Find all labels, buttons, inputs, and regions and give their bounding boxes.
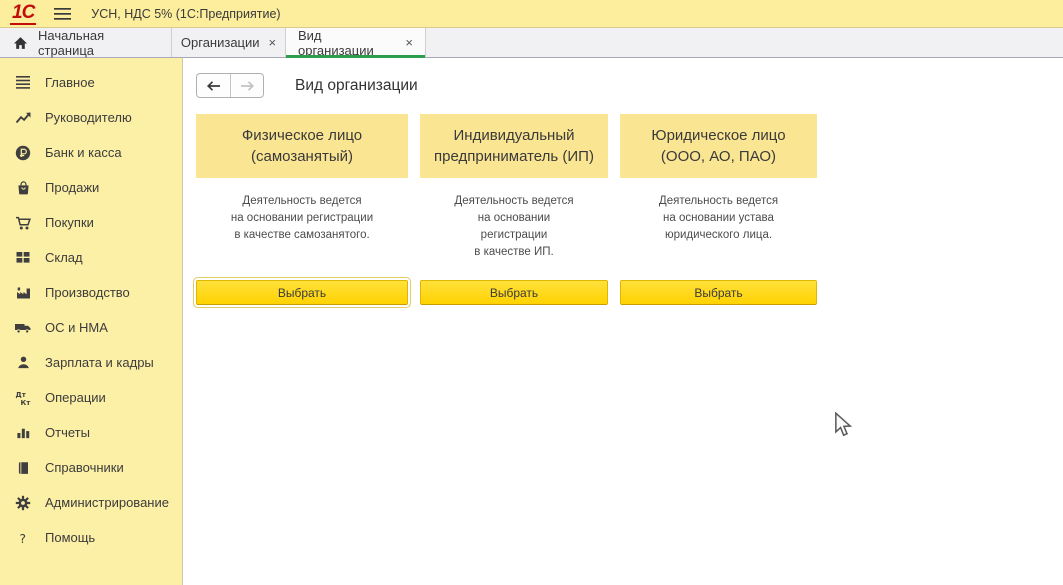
select-button[interactable]: Выбрать	[420, 280, 608, 305]
select-button[interactable]: Выбрать	[620, 280, 817, 305]
org-type-cards: Физическое лицо (самозанятый) Деятельнос…	[196, 114, 1063, 305]
ruble-icon	[13, 145, 33, 161]
factory-icon	[13, 285, 33, 300]
sidebar-item-label: Операции	[45, 390, 106, 405]
tab-label: Организации	[181, 35, 260, 50]
top-bar: 1С УСН, НДС 5% (1С:Предприятие)	[0, 0, 1063, 28]
svg-text:Дт: Дт	[16, 391, 27, 399]
debit-credit-icon: ДтКт	[13, 390, 33, 406]
card-description: Деятельность ведется на основании устава…	[620, 193, 817, 280]
sidebar-item-directories[interactable]: Справочники	[0, 450, 182, 485]
sidebar-item-payroll-hr[interactable]: Зарплата и кадры	[0, 345, 182, 380]
1c-logo: 1С	[10, 3, 36, 25]
shopping-bag-icon	[13, 180, 33, 196]
trend-up-icon	[13, 110, 33, 125]
sidebar-item-manager[interactable]: Руководителю	[0, 100, 182, 135]
tab-home-page[interactable]: Начальная страница	[0, 28, 172, 57]
sidebar-item-label: ОС и НМА	[45, 320, 108, 335]
card-title: Юридическое лицо (ООО, АО, ПАО)	[620, 114, 817, 178]
tab-label: Вид организации	[298, 28, 396, 58]
history-nav-group	[196, 73, 264, 98]
question-icon: ?	[13, 530, 33, 546]
arrow-left-icon	[206, 80, 221, 92]
main-menu-icon[interactable]	[54, 7, 71, 21]
arrow-right-icon	[240, 80, 255, 92]
gear-icon	[13, 495, 33, 511]
sidebar-item-bank-cash[interactable]: Банк и касса	[0, 135, 182, 170]
card-description: Деятельность ведется на основании регист…	[420, 193, 608, 280]
bar-chart-icon	[13, 425, 33, 440]
org-type-card-legal-entity: Юридическое лицо (ООО, АО, ПАО) Деятельн…	[620, 114, 817, 305]
sidebar-item-label: Руководителю	[45, 110, 132, 125]
sidebar-item-label: Покупки	[45, 215, 94, 230]
sidebar-item-help[interactable]: ? Помощь	[0, 520, 182, 555]
sidebar-item-reports[interactable]: Отчеты	[0, 415, 182, 450]
sidebar-item-operations[interactable]: ДтКт Операции	[0, 380, 182, 415]
page-header: Вид организации	[183, 58, 1063, 104]
tab-bar: Начальная страница Организации × Вид орг…	[0, 28, 1063, 58]
sidebar-item-label: Главное	[45, 75, 95, 90]
sidebar-item-label: Администрирование	[45, 495, 169, 510]
sidebar: Главное Руководителю Банк и касса Продаж…	[0, 58, 183, 585]
main-content: Вид организации Физическое лицо (самозан…	[183, 58, 1063, 585]
sidebar-item-warehouse[interactable]: Склад	[0, 240, 182, 275]
book-icon	[13, 460, 33, 476]
home-icon	[13, 36, 28, 50]
svg-text:?: ?	[20, 531, 27, 545]
sidebar-item-label: Помощь	[45, 530, 95, 545]
person-icon	[13, 355, 33, 370]
mouse-cursor	[834, 412, 853, 443]
org-type-card-individual: Физическое лицо (самозанятый) Деятельнос…	[196, 114, 408, 305]
sidebar-item-purchases[interactable]: Покупки	[0, 205, 182, 240]
card-description: Деятельность ведется на основании регист…	[196, 193, 408, 280]
sidebar-item-main[interactable]: Главное	[0, 65, 182, 100]
window-title: УСН, НДС 5% (1С:Предприятие)	[91, 7, 280, 21]
sidebar-item-administration[interactable]: Администрирование	[0, 485, 182, 520]
menu-lines-icon	[13, 75, 33, 90]
truck-icon	[13, 320, 33, 335]
sidebar-item-label: Отчеты	[45, 425, 90, 440]
page-title: Вид организации	[295, 77, 418, 95]
tab-organizations[interactable]: Организации ×	[172, 28, 286, 57]
back-button[interactable]	[197, 74, 230, 97]
sidebar-item-fixed-assets[interactable]: ОС и НМА	[0, 310, 182, 345]
sidebar-item-label: Склад	[45, 250, 83, 265]
sidebar-item-label: Производство	[45, 285, 130, 300]
forward-button[interactable]	[230, 74, 263, 97]
sidebar-item-sales[interactable]: Продажи	[0, 170, 182, 205]
select-button[interactable]: Выбрать	[196, 280, 408, 305]
card-title: Индивидуальный предприниматель (ИП)	[420, 114, 608, 178]
shopping-cart-icon	[13, 215, 33, 231]
card-title: Физическое лицо (самозанятый)	[196, 114, 408, 178]
sidebar-item-label: Банк и касса	[45, 145, 122, 160]
org-type-card-entrepreneur: Индивидуальный предприниматель (ИП) Деят…	[420, 114, 608, 305]
tab-close-icon[interactable]: ×	[405, 36, 413, 49]
sidebar-item-production[interactable]: Производство	[0, 275, 182, 310]
tab-close-icon[interactable]: ×	[269, 36, 277, 49]
tab-label: Начальная страница	[38, 28, 159, 58]
svg-text:Кт: Кт	[21, 399, 32, 406]
tab-organization-type[interactable]: Вид организации ×	[286, 28, 426, 57]
sidebar-item-label: Справочники	[45, 460, 124, 475]
sidebar-item-label: Зарплата и кадры	[45, 355, 154, 370]
sidebar-item-label: Продажи	[45, 180, 99, 195]
warehouse-blocks-icon	[13, 250, 33, 265]
